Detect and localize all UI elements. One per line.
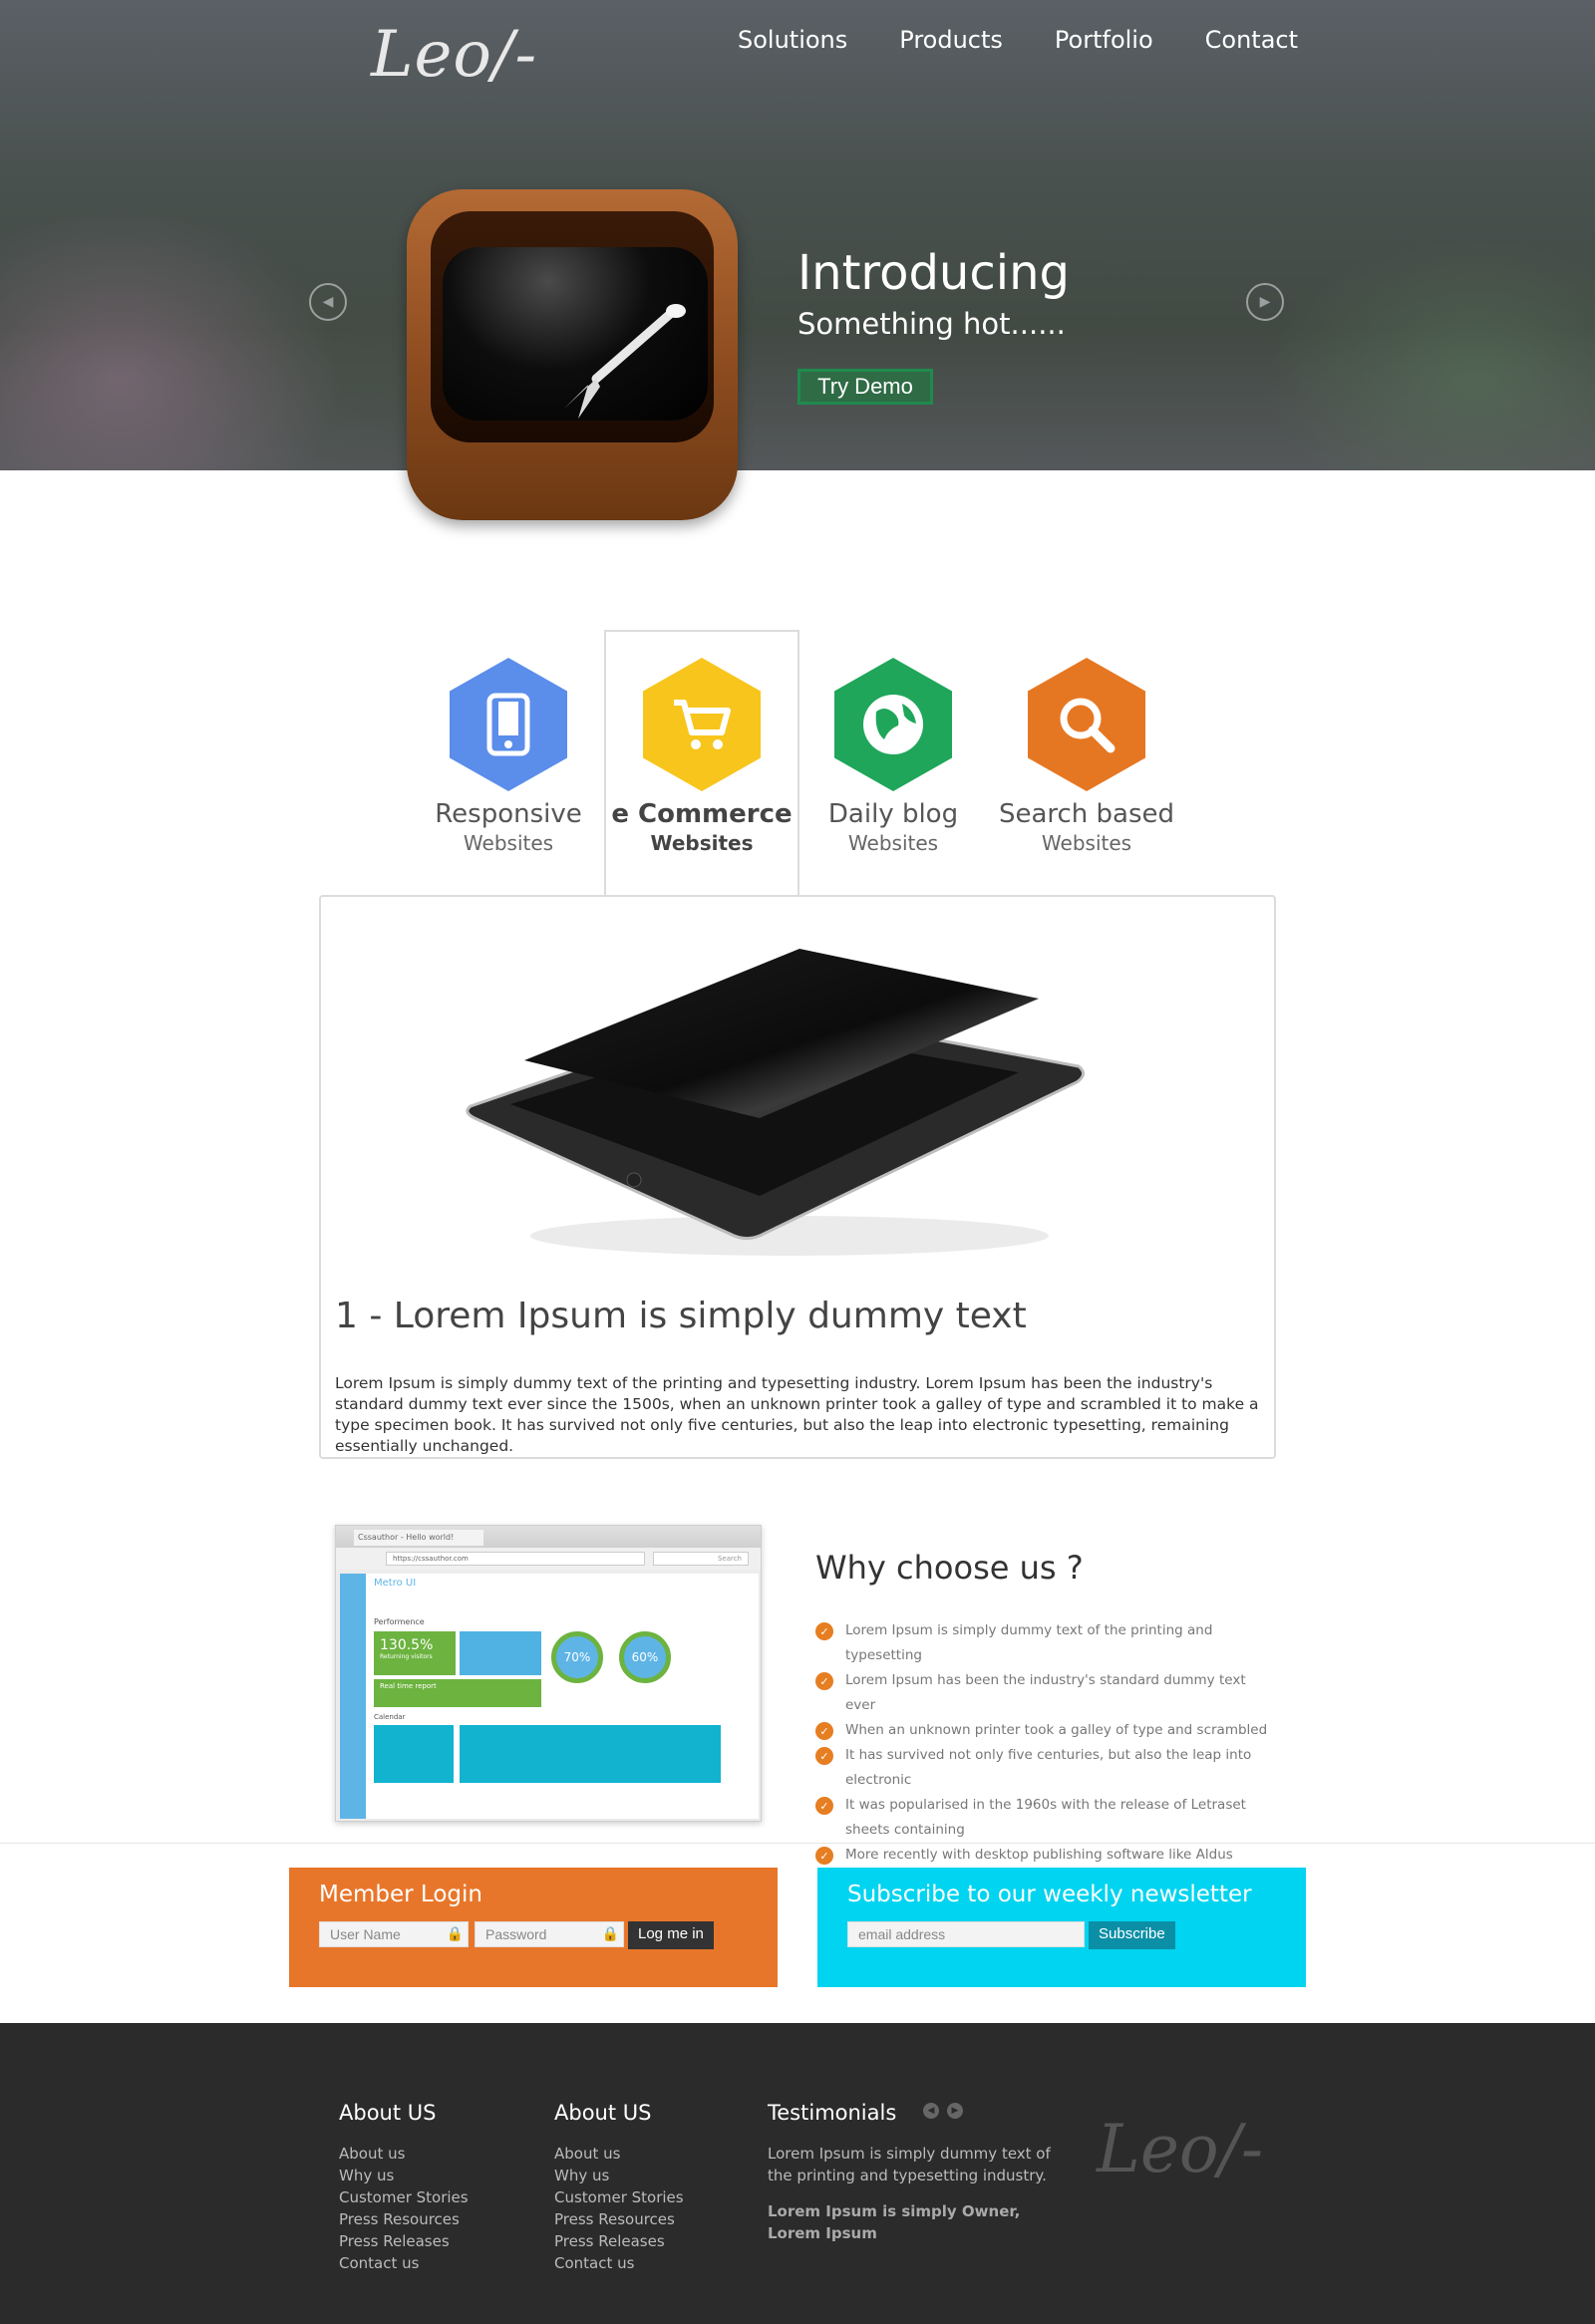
- testimonials-title: Testimonials: [768, 2101, 897, 2125]
- footer-link[interactable]: Press Releases: [554, 2230, 684, 2252]
- newsletter-title: Subscribe to our weekly newsletter: [847, 1882, 1252, 1907]
- feature-responsive[interactable]: Responsive Websites: [409, 658, 608, 855]
- check-icon: ✓: [815, 1847, 833, 1865]
- site-footer: About US About us Why us Customer Storie…: [0, 2023, 1595, 2324]
- panel-text: Lorem Ipsum is simply dummy text of the …: [335, 1374, 1259, 1455]
- feature-search[interactable]: Search based Websites: [987, 658, 1186, 855]
- section-label: Performence: [374, 1617, 425, 1626]
- password-field[interactable]: Password 🔒: [475, 1921, 624, 1947]
- footer-link[interactable]: Press Resources: [339, 2208, 469, 2230]
- url-bar: https://cssauthor.com: [386, 1552, 645, 1566]
- nav-products[interactable]: Products: [899, 26, 1003, 54]
- tablet-illustration: [466, 949, 1085, 1256]
- feature-ecommerce[interactable]: e Commerce Websites: [602, 658, 801, 855]
- list-item: ✓ When an unknown printer took a galley o…: [815, 1718, 1274, 1743]
- feature-title: Daily blog: [827, 799, 959, 829]
- footer-link[interactable]: Press Resources: [554, 2208, 684, 2230]
- footer-logo: Leo/-: [1097, 2111, 1264, 2187]
- why-title: Why choose us ?: [815, 1549, 1084, 1587]
- globe-icon: [834, 658, 952, 791]
- feature-sub: Websites: [650, 831, 754, 855]
- feature-sub: Websites: [1041, 831, 1132, 855]
- fork-icon: [564, 304, 686, 419]
- mobile-icon: [450, 658, 567, 791]
- feature-sub: Websites: [847, 831, 939, 855]
- username-field[interactable]: User Name 🔒: [319, 1921, 469, 1947]
- check-icon: ✓: [815, 1622, 833, 1640]
- product-box-illustration: [407, 189, 738, 520]
- check-icon: ✓: [815, 1797, 833, 1815]
- check-icon: ✓: [815, 1747, 833, 1765]
- list-item: ✓ It has survived not only five centuries…: [815, 1743, 1274, 1793]
- footer-col-title: About US: [554, 2101, 652, 2125]
- hero-subtitle: Something hot......: [798, 307, 1066, 341]
- stat-tile: 130.5% Returning visitors: [374, 1631, 456, 1675]
- nav-portfolio[interactable]: Portfolio: [1055, 26, 1153, 54]
- footer-link[interactable]: Customer Stories: [339, 2186, 469, 2208]
- hero-title: Introducing: [798, 245, 1070, 301]
- hero-banner: Leo/- Solutions Products Portfolio Conta…: [0, 0, 1595, 470]
- browser-screenshot: Cssauthor - Hello world! https://cssauth…: [335, 1525, 762, 1822]
- nav-solutions[interactable]: Solutions: [738, 26, 847, 54]
- email-field[interactable]: email address: [847, 1921, 1085, 1947]
- footer-col-1: About US About us Why us Customer Storie…: [339, 2101, 469, 2274]
- login-button[interactable]: Log me in: [628, 1921, 714, 1949]
- chevron-left-icon[interactable]: ◀: [309, 283, 347, 321]
- browser-tab: Cssauthor - Hello world!: [354, 1530, 483, 1546]
- footer-link[interactable]: Contact us: [339, 2252, 469, 2274]
- footer-link[interactable]: Press Releases: [339, 2230, 469, 2252]
- main-nav: Solutions Products Portfolio Contact: [738, 26, 1298, 54]
- why-list: ✓ Lorem Ipsum is simply dummy text of the…: [815, 1618, 1274, 1892]
- nav-contact[interactable]: Contact: [1205, 26, 1298, 54]
- calendar-label: Calendar: [374, 1713, 406, 1721]
- search-icon: [1028, 658, 1145, 791]
- list-item: ✓ It was popularised in the 1960s with th…: [815, 1793, 1274, 1843]
- ring-chart-1: 70%: [551, 1631, 603, 1683]
- feature-title: Search based: [998, 799, 1175, 829]
- check-icon: ✓: [815, 1722, 833, 1740]
- feature-panel: 1 - Lorem Ipsum is simply dummy text Lor…: [319, 895, 1276, 1459]
- chevron-right-icon[interactable]: ▶: [1246, 283, 1284, 321]
- app-title: Metro UI: [374, 1578, 417, 1589]
- browser-search: Search: [653, 1552, 749, 1566]
- report-bar: Real time report: [374, 1679, 541, 1707]
- testimonial-text: Lorem Ipsum is simply dummy text of the …: [768, 2145, 1051, 2184]
- section-divider: [0, 1843, 1595, 1844]
- footer-col-2: About US About us Why us Customer Storie…: [554, 2101, 684, 2274]
- newsletter-box: Subscribe to our weekly newsletter email…: [817, 1868, 1306, 1987]
- list-item: ✓ Lorem Ipsum is simply dummy text of the…: [815, 1618, 1274, 1668]
- feature-title: Responsive: [435, 799, 582, 829]
- login-title: Member Login: [319, 1882, 482, 1907]
- testimonial-next-icon[interactable]: ▶: [947, 2103, 963, 2119]
- testimonial-prev-icon[interactable]: ◀: [923, 2103, 939, 2119]
- footer-link[interactable]: Contact us: [554, 2252, 684, 2274]
- footer-link[interactable]: About us: [339, 2143, 469, 2165]
- testimonials: Testimonials Lorem Ipsum is simply dummy…: [768, 2101, 1067, 2244]
- feature-blog[interactable]: Daily blog Websites: [794, 658, 993, 855]
- footer-link[interactable]: About us: [554, 2143, 684, 2165]
- footer-col-title: About US: [339, 2101, 437, 2125]
- site-logo[interactable]: Leo/-: [371, 18, 537, 92]
- member-login-box: Member Login User Name 🔒 Password 🔒 Log …: [289, 1868, 778, 1987]
- footer-link[interactable]: Why us: [554, 2165, 684, 2186]
- lock-icon: 🔒: [446, 1925, 464, 1941]
- try-demo-button[interactable]: Try Demo: [798, 369, 933, 405]
- list-item: ✓ Lorem Ipsum has been the industry's sta…: [815, 1668, 1274, 1718]
- subscribe-button[interactable]: Subscribe: [1089, 1921, 1175, 1949]
- feature-sub: Websites: [463, 831, 554, 855]
- footer-link[interactable]: Why us: [339, 2165, 469, 2186]
- check-icon: ✓: [815, 1672, 833, 1690]
- panel-title: 1 - Lorem Ipsum is simply dummy text: [335, 1296, 1027, 1336]
- footer-link[interactable]: Customer Stories: [554, 2186, 684, 2208]
- testimonial-owner: Lorem Ipsum is simply Owner, Lorem Ipsum: [768, 2202, 1021, 2242]
- cart-icon: [643, 658, 761, 791]
- lock-icon: 🔒: [601, 1925, 619, 1941]
- feature-title: e Commerce: [611, 799, 793, 829]
- ring-chart-2: 60%: [619, 1631, 671, 1683]
